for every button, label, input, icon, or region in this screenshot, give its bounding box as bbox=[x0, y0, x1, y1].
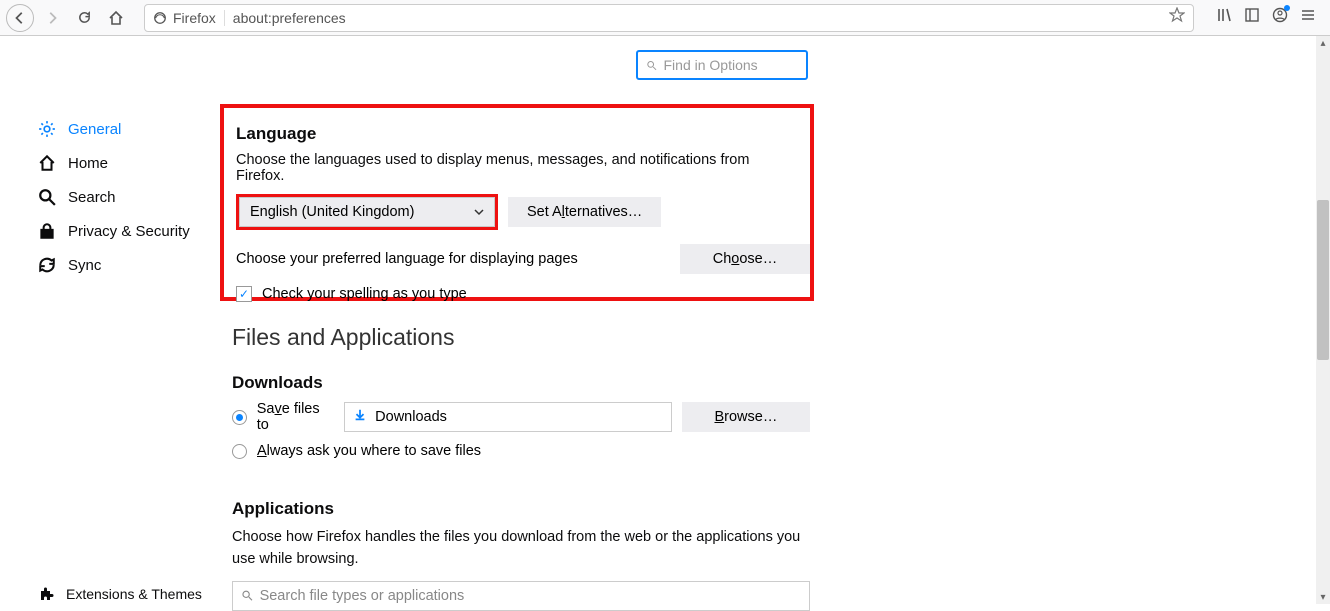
set-alternatives-button[interactable]: Set Alternatives… bbox=[508, 197, 661, 227]
sidebar-label: Extensions & Themes bbox=[66, 586, 202, 602]
home-icon bbox=[38, 154, 56, 172]
download-path-field[interactable]: Downloads bbox=[344, 402, 672, 432]
language-select[interactable]: English (United Kingdom) bbox=[239, 197, 495, 227]
back-button[interactable] bbox=[6, 4, 34, 32]
browse-button[interactable]: Browse… bbox=[682, 402, 810, 432]
language-selected-value: English (United Kingdom) bbox=[250, 204, 414, 220]
sidebar-item-privacy[interactable]: Privacy & Security bbox=[0, 214, 216, 248]
language-heading: Language bbox=[236, 124, 798, 144]
files-applications-section: Files and Applications Downloads Save fi… bbox=[232, 324, 810, 611]
sidebar-item-search[interactable]: Search bbox=[0, 180, 216, 214]
url-text: about:preferences bbox=[233, 10, 346, 26]
home-button[interactable] bbox=[102, 4, 130, 32]
search-icon bbox=[646, 59, 658, 72]
puzzle-icon bbox=[38, 586, 54, 602]
search-icon bbox=[241, 589, 254, 602]
library-icon[interactable] bbox=[1216, 7, 1232, 28]
account-icon[interactable] bbox=[1272, 7, 1288, 28]
spellcheck-checkbox[interactable]: ✓ bbox=[236, 286, 252, 302]
scroll-up-arrow-icon[interactable]: ▴ bbox=[1316, 36, 1330, 50]
save-files-to-radio[interactable] bbox=[232, 410, 247, 425]
applications-desc: Choose how Firefox handles the files you… bbox=[232, 527, 810, 571]
language-section-highlight: Language Choose the languages used to di… bbox=[220, 104, 814, 301]
sidebar-item-sync[interactable]: Sync bbox=[0, 248, 216, 282]
always-ask-radio[interactable] bbox=[232, 444, 247, 459]
applications-heading: Applications bbox=[232, 499, 810, 519]
menu-icon[interactable] bbox=[1300, 7, 1316, 28]
language-select-highlight: English (United Kingdom) bbox=[236, 194, 498, 230]
download-path-value: Downloads bbox=[375, 409, 447, 425]
sidebar-item-extensions[interactable]: Extensions & Themes bbox=[38, 586, 202, 604]
find-in-options[interactable] bbox=[636, 50, 808, 80]
downloads-heading: Downloads bbox=[232, 373, 810, 393]
scrollbar-thumb[interactable] bbox=[1317, 200, 1329, 360]
scroll-down-arrow-icon[interactable]: ▾ bbox=[1316, 590, 1330, 604]
find-in-options-input[interactable] bbox=[664, 57, 799, 73]
always-ask-label: Always ask you where to save files bbox=[257, 443, 481, 459]
preferences-sidebar: General Home Search Privacy & Security S… bbox=[0, 36, 216, 604]
sidebar-label: Search bbox=[68, 189, 116, 206]
preferences-content: Language Choose the languages used to di… bbox=[216, 36, 1330, 604]
sidebar-item-general[interactable]: General bbox=[0, 112, 216, 146]
firefox-icon bbox=[153, 11, 167, 25]
lock-icon bbox=[38, 222, 56, 240]
bookmark-star-icon[interactable] bbox=[1169, 7, 1185, 28]
download-arrow-icon bbox=[353, 408, 367, 426]
choose-language-button[interactable]: Choose… bbox=[680, 244, 810, 274]
forward-button[interactable] bbox=[38, 4, 66, 32]
spellcheck-label: Check your spelling as you type bbox=[262, 286, 467, 302]
language-desc: Choose the languages used to display men… bbox=[236, 152, 798, 184]
url-bar[interactable]: Firefox about:preferences bbox=[144, 4, 1194, 32]
identity-label: Firefox bbox=[173, 10, 216, 26]
sidebar-label: Home bbox=[68, 155, 108, 172]
sidebar-label: Privacy & Security bbox=[68, 223, 190, 240]
toolbar-right bbox=[1208, 7, 1324, 28]
sidebar-icon[interactable] bbox=[1244, 7, 1260, 28]
sidebar-item-home[interactable]: Home bbox=[0, 146, 216, 180]
search-filetypes[interactable] bbox=[232, 581, 810, 611]
search-filetypes-input[interactable] bbox=[260, 588, 801, 604]
files-apps-heading: Files and Applications bbox=[232, 324, 810, 351]
gear-icon bbox=[38, 120, 56, 138]
sync-icon bbox=[38, 256, 56, 274]
save-files-to-label: Save files to bbox=[257, 401, 334, 433]
chevron-down-icon bbox=[474, 207, 484, 217]
search-icon bbox=[38, 188, 56, 206]
preferred-language-label: Choose your preferred language for displ… bbox=[236, 251, 578, 267]
site-identity[interactable]: Firefox bbox=[153, 10, 225, 26]
browser-toolbar: Firefox about:preferences bbox=[0, 0, 1330, 36]
vertical-scrollbar[interactable]: ▴ ▾ bbox=[1316, 36, 1330, 604]
reload-button[interactable] bbox=[70, 4, 98, 32]
sidebar-label: General bbox=[68, 121, 121, 138]
sidebar-label: Sync bbox=[68, 257, 101, 274]
